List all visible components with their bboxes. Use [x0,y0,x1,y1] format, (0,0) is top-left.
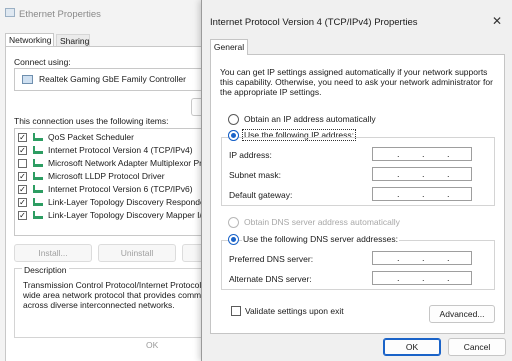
tab-general[interactable]: General [210,39,248,55]
adapter-field: Realtek Gaming GbE Family Controller [14,68,206,91]
protocol-icon [33,172,43,180]
ip-separator: . [447,253,450,263]
nic-icon [22,75,33,84]
qos-scheduler-icon [33,133,43,141]
uninstall-button[interactable]: Uninstall [98,244,176,262]
description-group: Description Transmission Control Protoco… [14,265,211,338]
component-list[interactable]: ✓ QoS Packet Scheduler ✓ Internet Protoc… [14,128,210,236]
dns-manual-label: Use the following DNS server addresses: [242,234,399,244]
general-panel: You can get IP settings assigned automat… [210,54,505,334]
list-item-label: Internet Protocol Version 6 (TCP/IPv6) [48,184,193,194]
close-icon[interactable]: ✕ [492,15,502,27]
window-title: Ethernet Properties [19,9,101,20]
default-gateway-label: Default gateway: [229,190,293,200]
description-line: wide area network protocol that provides… [23,290,211,300]
protocol-icon [33,146,43,154]
connect-using-label: Connect using: [14,57,71,67]
dns-auto-radio[interactable] [228,217,239,228]
checkbox-unchecked[interactable] [18,159,27,168]
ip-auto-radio[interactable] [228,114,239,125]
dialog-title: Internet Protocol Version 4 (TCP/IPv4) P… [210,17,418,28]
ip-separator: . [447,169,450,179]
subnet-mask-label: Subnet mask: [229,170,281,180]
ip-manual-radio-indicator [228,130,239,141]
description-line: Transmission Control Protocol/Internet P… [23,280,212,290]
list-item-label: Link-Layer Topology Discovery Responder [48,197,208,207]
cancel-button[interactable]: Cancel [448,338,506,356]
protocol-icon [33,185,43,193]
protocol-icon [33,159,43,167]
checkbox-checked[interactable]: ✓ [18,211,27,220]
list-item-label: Microsoft Network Adapter Multiplexor Pr… [48,158,210,168]
alternate-dns-input[interactable]: . . . [372,271,472,285]
ip-separator: . [397,169,400,179]
checkbox-checked[interactable]: ✓ [18,198,27,207]
description-line: across diverse interconnected networks. [23,300,175,310]
list-item-label: Microsoft LLDP Protocol Driver [48,171,165,181]
items-label: This connection uses the following items… [14,116,169,126]
description-text: Transmission Control Protocol/Internet P… [23,280,223,310]
ethernet-properties-window: Ethernet Properties Networking Sharing C… [0,0,213,361]
checkbox-checked[interactable]: ✓ [18,185,27,194]
alternate-dns-label: Alternate DNS server: [229,274,312,284]
advanced-button[interactable]: Advanced... [429,305,495,323]
checkbox-checked[interactable]: ✓ [18,133,27,142]
network-adapter-icon [5,8,15,17]
subnet-mask-input[interactable]: . . . [372,167,472,181]
checkbox-checked[interactable]: ✓ [18,172,27,181]
ip-separator: . [422,253,425,263]
ip-separator: . [397,189,400,199]
description-title: Description [22,265,69,275]
ip-auto-label: Obtain an IP address automatically [244,114,376,124]
ok-button[interactable]: OK [146,340,158,350]
adapter-name: Realtek Gaming GbE Family Controller [39,74,186,84]
list-item-label: Link-Layer Topology Discovery Mapper I/O [48,210,209,220]
ip-separator: . [397,273,400,283]
ip-separator: . [397,253,400,263]
default-gateway-input[interactable]: . . . [372,187,472,201]
ip-separator: . [422,169,425,179]
ip-separator: . [447,273,450,283]
protocol-icon [33,198,43,206]
validate-checkbox[interactable] [231,306,241,316]
dns-manual-radio[interactable] [228,234,239,245]
dns-auto-label: Obtain DNS server address automatically [244,217,400,227]
ip-separator: . [397,149,400,159]
ip-address-label: IP address: [229,150,272,160]
checkbox-checked[interactable]: ✓ [18,146,27,155]
ipv4-properties-dialog: Internet Protocol Version 4 (TCP/IPv4) P… [201,0,512,361]
ip-separator: . [447,149,450,159]
ip-separator: . [422,273,425,283]
preferred-dns-label: Preferred DNS server: [229,254,314,264]
ip-separator: . [422,189,425,199]
ip-separator: . [447,189,450,199]
preferred-dns-input[interactable]: . . . [372,251,472,265]
install-button[interactable]: Install... [14,244,92,262]
ip-address-input[interactable]: . . . [372,147,472,161]
validate-label: Validate settings upon exit [245,306,344,316]
ok-button[interactable]: OK [383,338,441,356]
list-item-label: Internet Protocol Version 4 (TCP/IPv4) [48,145,193,155]
ip-separator: . [422,149,425,159]
intro-text: You can get IP settings assigned automat… [220,67,493,97]
tab-networking[interactable]: Networking [5,33,54,47]
protocol-icon [33,211,43,219]
list-item-label: QoS Packet Scheduler [48,132,134,142]
